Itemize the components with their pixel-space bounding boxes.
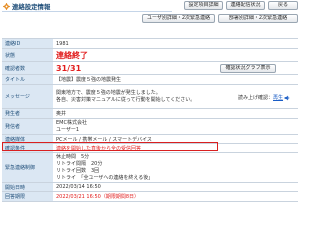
label-message: メッセージ xyxy=(2,85,53,108)
row-confirm-count: 確認者数 31/31 確認状況グラフ表示 xyxy=(2,62,298,75)
recipient-line-1: EMC株式会社 xyxy=(56,119,87,126)
row-media: 連絡媒体 PCメール / 携帯メール / スマートデバイス xyxy=(2,135,298,144)
emergency-line-1: 休止時間 5分 xyxy=(56,153,90,160)
settings-detail-button[interactable]: 設定項目詳細 xyxy=(184,1,223,10)
status-value: 連絡終了 xyxy=(56,50,88,60)
value-status-cell: 連絡終了 xyxy=(56,49,298,61)
row-sender: 発生者 奥井 xyxy=(2,109,298,119)
speaker-icon[interactable] xyxy=(284,95,290,101)
label-emergency: 緊急連絡制御 xyxy=(2,153,53,182)
contact-status-button[interactable]: 連絡配信状況 xyxy=(226,1,265,10)
value-end-time: 2022/03/21 16:50（期限期間8日） xyxy=(56,194,139,200)
emergency-line-2: リトライ間隔 20分 xyxy=(56,160,103,167)
label-status: 状態 xyxy=(2,49,53,61)
confirm-count-value: 31/31 xyxy=(56,63,82,73)
value-media: PCメール / 携帯メール / スマートデバイス xyxy=(56,136,152,143)
row-start-time: 開始日時 2022/03/14 16:50 xyxy=(2,183,298,192)
row-recipients: 発信者 EMC株式会社 ユーザー1 xyxy=(2,119,298,135)
row-title: タイトル 【地震】震度５強の地震発生 xyxy=(2,75,298,85)
recipient-line-2: ユーザー1 xyxy=(56,126,80,133)
value-message: 関東地方で、震度５強の地震が発生しました。 各自、災害対策マニュアルに従って行動… xyxy=(56,85,238,108)
value-recipients: EMC株式会社 ユーザー1 xyxy=(56,119,298,134)
label-end-time: 回答期限 xyxy=(2,192,53,201)
value-emergency: 休止時間 5分 リトライ間隔 20分 リトライ回数 3回 リトライ 「全ユーザへ… xyxy=(56,153,298,182)
label-confirm-count: 確認者数 xyxy=(2,62,53,74)
play-link[interactable]: 再生 xyxy=(273,94,283,101)
label-start-time: 開始日時 xyxy=(2,183,53,191)
page-title: 連絡設定情報 xyxy=(12,3,51,11)
row-status: 状態 連絡終了 xyxy=(2,49,298,62)
user-detail-button[interactable]: ユーザ別詳細・2次緊急連絡 xyxy=(142,14,215,23)
title-underline xyxy=(2,11,172,12)
dept-detail-button[interactable]: 部署別詳細・2次緊急連絡 xyxy=(218,14,298,23)
label-sender: 発生者 xyxy=(2,109,53,118)
label-conditions: 確認条件 xyxy=(2,144,53,152)
gear-icon xyxy=(3,3,10,10)
value-contact-id: 1981 xyxy=(56,40,69,47)
value-conditions: 連絡を開始した直後から全の受信回答 xyxy=(56,145,142,152)
row-conditions: 確認条件 連絡を開始した直後から全の受信回答 xyxy=(2,144,298,153)
confirm-graph-button[interactable]: 確認状況グラフ表示 xyxy=(220,64,276,73)
row-contact-id: 連絡ID 1981 xyxy=(2,39,298,49)
back-button[interactable]: 戻る xyxy=(268,1,298,10)
message-line-1: 関東地方で、震度５強の地震が発生しました。 xyxy=(56,89,161,96)
emergency-line-4: リトライ 「全ユーザへの連絡を終える後」 xyxy=(56,174,154,181)
label-title: タイトル xyxy=(2,75,53,84)
row-end-time: 回答期限 2022/03/21 16:50（期限期間8日） xyxy=(2,192,298,202)
row-emergency: 緊急連絡制御 休止時間 5分 リトライ間隔 20分 リトライ回数 3回 リトライ… xyxy=(2,153,298,183)
label-media: 連絡媒体 xyxy=(2,135,53,143)
label-recipients: 発信者 xyxy=(2,119,53,134)
message-line-2: 各自、災害対策マニュアルに従って行動を開始してください。 xyxy=(56,96,196,103)
row-message: メッセージ 関東地方で、震度５強の地震が発生しました。 各自、災害対策マニュアル… xyxy=(2,85,298,109)
voice-check-label: 読み上げ確認： xyxy=(238,95,274,101)
emergency-line-3: リトライ回数 3回 xyxy=(56,167,100,174)
value-title: 【地震】震度５強の地震発生 xyxy=(56,77,122,83)
contact-info-table: 連絡ID 1981 状態 連絡終了 確認者数 31/31 確認状況グラフ表示 タ… xyxy=(2,38,298,202)
label-contact-id: 連絡ID xyxy=(2,39,53,48)
voice-check: 読み上げ確認： 再生 xyxy=(238,94,290,101)
value-sender: 奥井 xyxy=(56,111,67,117)
value-start-time: 2022/03/14 16:50 xyxy=(56,184,101,190)
